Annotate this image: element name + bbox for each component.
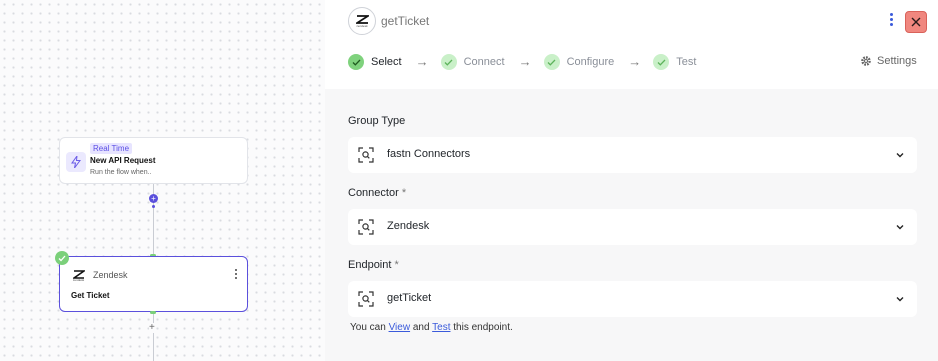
settings-label: Settings: [877, 55, 917, 67]
trigger-node[interactable]: Real Time New API Request Run the flow w…: [59, 137, 248, 184]
node-check-icon: [55, 251, 69, 265]
step-label: Connect: [463, 56, 505, 68]
trigger-title: New API Request: [90, 156, 156, 165]
action-app-name: Zendesk: [93, 270, 128, 280]
lightning-icon: [66, 152, 86, 172]
hint-and: and: [412, 322, 430, 333]
action-node-zendesk[interactable]: zendesk Zendesk Get Ticket: [59, 256, 248, 312]
hint-suffix: this endpoint.: [453, 322, 513, 333]
field-label-text: Group Type: [348, 115, 406, 127]
hint-prefix: You can: [350, 322, 386, 333]
step-configure[interactable]: Configure: [543, 54, 615, 70]
flow-canvas[interactable]: Real Time New API Request Run the flow w…: [0, 0, 325, 361]
group-type-value: fastn Connectors: [387, 148, 471, 160]
search-scan-icon: [358, 147, 374, 163]
check-icon: [543, 54, 560, 70]
zendesk-logo-icon: zendesk: [70, 267, 87, 284]
step-test[interactable]: Test: [653, 54, 696, 70]
zendesk-logo-icon: zendesk: [348, 7, 376, 35]
check-icon: [440, 54, 457, 70]
search-scan-icon: [358, 219, 374, 235]
logo-caption: zendesk: [356, 23, 368, 28]
check-icon: [653, 54, 670, 70]
arrow-right-icon: →: [415, 54, 429, 69]
search-scan-icon: [358, 291, 374, 307]
connector-dot: [152, 205, 155, 208]
add-step-button[interactable]: +: [149, 194, 158, 203]
group-type-label: Group Type: [348, 115, 405, 127]
endpoint-value: getTicket: [387, 292, 432, 304]
test-endpoint-link[interactable]: Test: [432, 322, 450, 333]
connector-select[interactable]: Zendesk: [348, 209, 917, 245]
close-icon: [911, 17, 921, 27]
arrow-right-icon: →: [518, 54, 532, 69]
view-endpoint-link[interactable]: View: [389, 322, 411, 333]
node-menu-icon[interactable]: [234, 269, 238, 281]
connector-value: Zendesk: [387, 220, 430, 232]
step-bar: Select → Connect → Configure → Test: [348, 53, 696, 71]
chevron-down-icon: [896, 153, 904, 158]
step-label: Test: [676, 56, 697, 68]
required-marker: *: [394, 259, 399, 271]
panel-title: getTicket: [381, 14, 430, 28]
arrow-right-icon: →: [628, 54, 642, 69]
realtime-tag: Real Time: [90, 143, 133, 154]
step-connect[interactable]: Connect: [440, 54, 505, 70]
trigger-subtitle: Run the flow when..: [90, 169, 152, 176]
kebab-icon[interactable]: [888, 13, 894, 29]
group-type-select[interactable]: fastn Connectors: [348, 137, 917, 173]
chevron-down-icon: [896, 297, 904, 302]
logo-caption: zendesk: [72, 277, 85, 282]
settings-button[interactable]: Settings: [860, 55, 917, 67]
endpoint-select[interactable]: getTicket: [348, 281, 917, 317]
check-icon: [348, 54, 364, 70]
connector-label: Connector *: [348, 187, 406, 199]
step-select[interactable]: Select: [348, 54, 402, 70]
action-operation: Get Ticket: [71, 291, 110, 300]
step-label: Configure: [566, 56, 615, 68]
required-marker: *: [401, 187, 407, 199]
gear-icon: [861, 56, 871, 66]
endpoint-label: Endpoint *: [348, 259, 399, 271]
endpoint-hint: You can View and Test this endpoint.: [350, 322, 513, 333]
config-panel: zendesk getTicket Select → Connect → Con…: [325, 0, 938, 361]
step-label: Select: [371, 56, 402, 68]
field-label-text: Endpoint: [348, 259, 392, 271]
field-label-text: Connector: [348, 187, 399, 199]
panel-header: zendesk getTicket Select → Connect → Con…: [325, 0, 938, 89]
close-button[interactable]: [905, 11, 927, 33]
add-next-step-button[interactable]: +: [149, 323, 155, 333]
chevron-down-icon: [896, 225, 904, 230]
